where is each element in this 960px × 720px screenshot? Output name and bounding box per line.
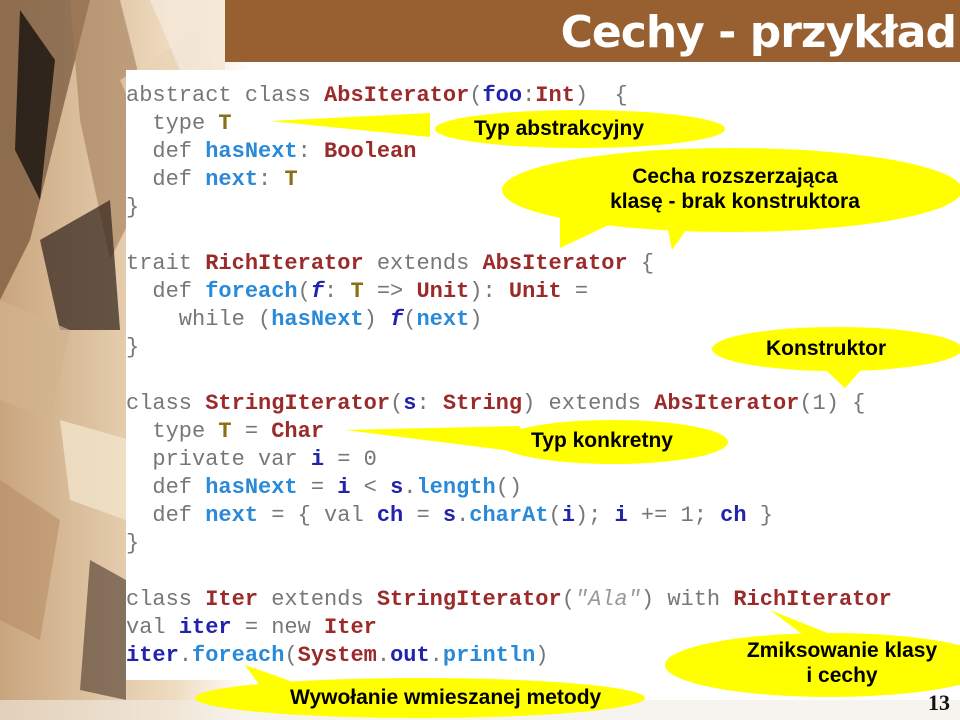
callout-mixin-line2: i cechy <box>806 664 878 687</box>
callout-trait-extends-text: Cecha rozszerzająca klasę - brak konstru… <box>585 164 885 214</box>
callout-mixin-text: Zmiksowanie klasy i cechy <box>727 638 957 688</box>
callout-trait-extends-line1: Cecha rozszerzająca <box>632 165 838 188</box>
callout-concrete-type-text: Typ konkretny <box>531 429 673 452</box>
callout-constructor-text: Konstruktor <box>766 337 887 360</box>
page-number: 13 <box>928 690 950 715</box>
callout-abstract-type-text: Typ abstrakcyjny <box>474 117 645 140</box>
callout-mixed-method-text: Wywołanie wmieszanej metody <box>290 686 602 709</box>
callout-trait-extends-line2: klasę - brak konstruktora <box>610 190 860 213</box>
callout-mixin-line1: Zmiksowanie klasy <box>746 639 938 662</box>
